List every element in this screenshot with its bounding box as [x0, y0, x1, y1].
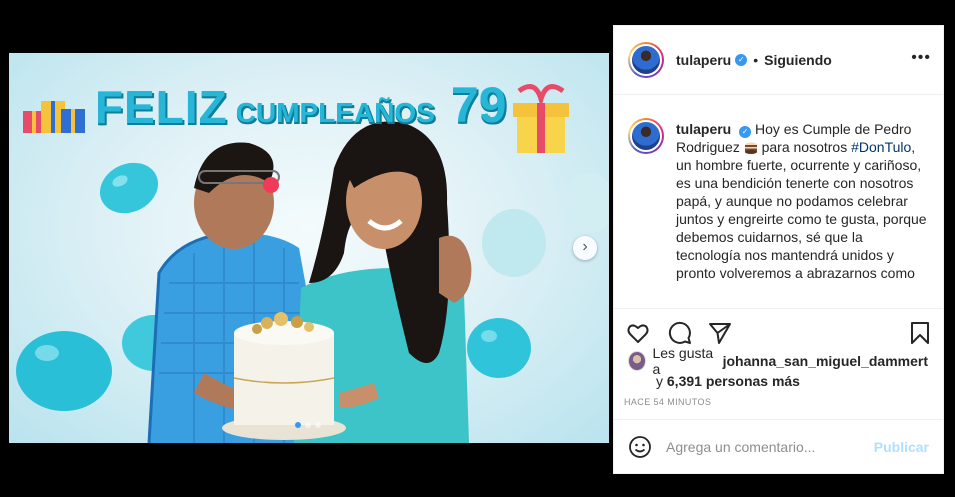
post-actions [614, 308, 943, 348]
author-avatar[interactable] [628, 42, 664, 78]
liker-avatar[interactable] [628, 351, 647, 371]
carousel-dot [305, 422, 311, 428]
post-timestamp[interactable]: HACE 54 MINUTOS [624, 397, 711, 407]
caption-text-part: para nosotros [761, 139, 848, 155]
heart-icon[interactable] [626, 321, 650, 345]
caption-text-part: , un hombre fuerte, ocurrente y cariñoso… [676, 139, 927, 281]
bookmark-icon[interactable] [908, 321, 932, 345]
share-icon[interactable] [708, 321, 732, 345]
more-icon[interactable]: ••• [911, 50, 931, 66]
post-caption: tulaperu ✓ Hoy es Cumple de Pedro Rodrig… [614, 96, 943, 308]
birthday-banner: FELIZ CUMPLEAÑOS 79 [95, 80, 507, 130]
chevron-right-icon[interactable]: › [573, 236, 597, 260]
likes-summary: Les gusta a johanna_san_miguel_dammert y… [628, 345, 928, 389]
header-separator: • [753, 52, 759, 68]
post-side-panel: tulaperu ✓ • Siguiendo ••• tulaperu ✓ Ho… [613, 25, 944, 474]
post-header: tulaperu ✓ • Siguiendo ••• [614, 26, 943, 95]
post-photo[interactable]: FELIZ CUMPLEAÑOS 79 › [9, 53, 609, 443]
caption-text: tulaperu ✓ Hoy es Cumple de Pedro Rodrig… [676, 120, 929, 308]
verified-icon: ✓ [735, 54, 748, 66]
author-username[interactable]: tulaperu [676, 52, 731, 68]
publish-button[interactable]: Publicar [874, 439, 929, 455]
banner-word-cumpleanos: CUMPLEAÑOS [235, 97, 435, 128]
carousel-dot [315, 422, 321, 428]
cake-emoji-icon [744, 142, 757, 154]
comment-bar: Agrega un comentario... Publicar [614, 419, 943, 474]
instagram-post-modal: FELIZ CUMPLEAÑOS 79 › tulaperu ✓ • Sigui… [0, 0, 955, 497]
emoji-icon[interactable] [628, 435, 652, 459]
likes-and: y [656, 373, 663, 389]
comment-input[interactable]: Agrega un comentario... [666, 439, 874, 455]
verified-icon: ✓ [739, 126, 752, 138]
caption-avatar[interactable] [628, 118, 664, 154]
comment-icon[interactable] [668, 321, 692, 345]
banner-word-feliz: FELIZ [95, 81, 228, 133]
carousel-dot [295, 422, 301, 428]
avatar-image [630, 44, 662, 76]
banner-age: 79 [450, 77, 507, 133]
carousel-dots [295, 422, 321, 428]
following-button[interactable]: Siguiendo [764, 52, 832, 68]
avatar-image [630, 120, 662, 152]
hashtag-link[interactable]: #DonTulo [851, 139, 911, 155]
likes-count[interactable]: 6,391 personas más [667, 373, 800, 389]
liker-username[interactable]: johanna_san_miguel_dammert [723, 353, 928, 369]
caption-username[interactable]: tulaperu [676, 121, 731, 137]
